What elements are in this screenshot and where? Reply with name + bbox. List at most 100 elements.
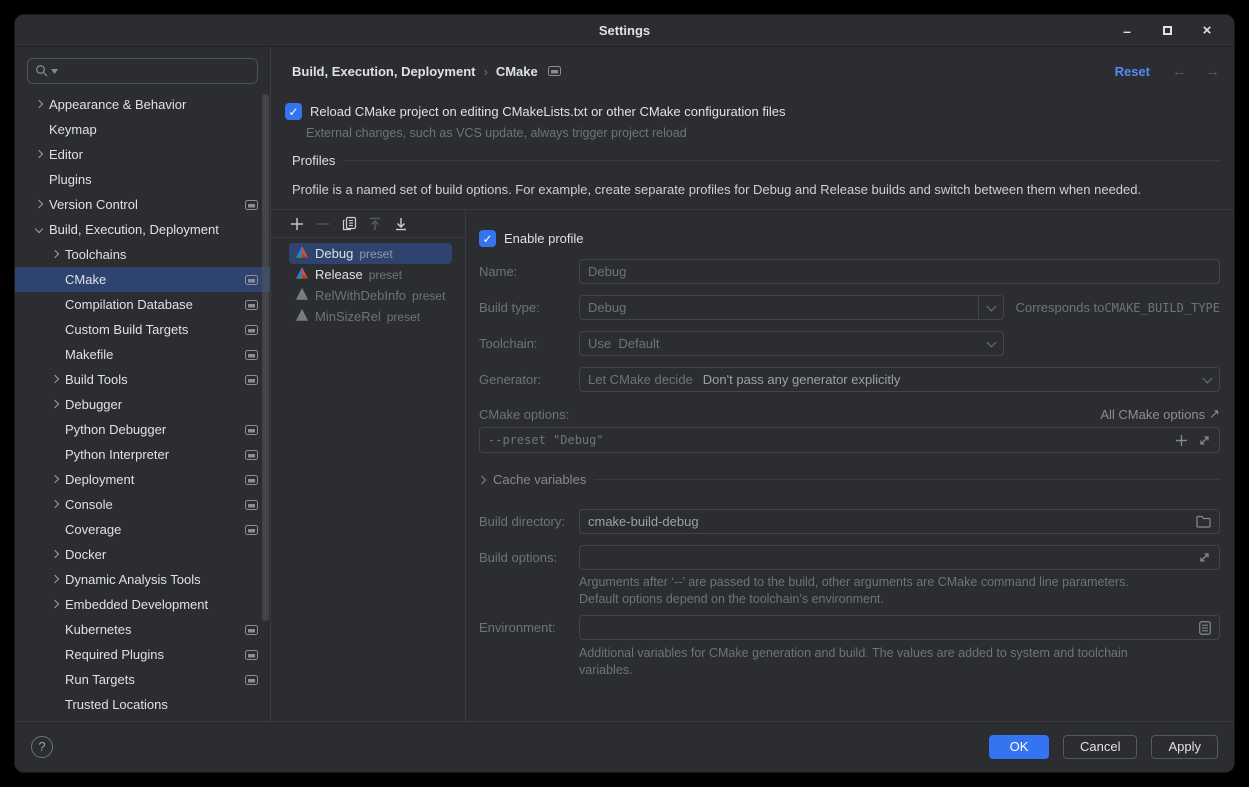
tree-chevron-icon[interactable]	[47, 402, 63, 407]
forward-icon[interactable]: →	[1205, 63, 1220, 80]
search-field[interactable]	[60, 63, 250, 80]
search-input[interactable]	[27, 58, 258, 84]
chevron-down-icon[interactable]	[987, 301, 997, 311]
sidebar-item[interactable]: Trusted Locations	[15, 692, 270, 717]
add-profile-button[interactable]	[289, 216, 305, 232]
move-down-button[interactable]	[393, 216, 409, 232]
tree-chevron-icon[interactable]	[31, 102, 47, 107]
tree-chevron-icon[interactable]	[47, 577, 63, 582]
sidebar-item[interactable]: Console	[15, 492, 270, 517]
external-link-icon: ↗	[1209, 406, 1220, 422]
build-options-input[interactable]	[579, 545, 1220, 570]
tree-chevron-icon[interactable]	[47, 552, 63, 557]
sidebar-item[interactable]: Debugger	[15, 392, 270, 417]
sidebar-item[interactable]: Python Interpreter	[15, 442, 270, 467]
sidebar-item[interactable]: Deployment	[15, 467, 270, 492]
tree-chevron-icon[interactable]	[47, 602, 63, 607]
tree-chevron-icon[interactable]	[47, 477, 63, 482]
expand-field-icon[interactable]	[1198, 551, 1211, 564]
reset-button[interactable]: Reset	[1115, 64, 1150, 79]
chevron-down-icon[interactable]	[987, 337, 997, 347]
maximize-icon[interactable]	[1160, 24, 1174, 38]
sidebar-item[interactable]: Dynamic Analysis Tools	[15, 567, 270, 592]
all-cmake-options-link[interactable]: All CMake options↗	[1100, 406, 1220, 422]
tree-chevron-icon[interactable]	[47, 702, 63, 707]
tree-chevron-icon[interactable]	[47, 452, 63, 457]
ok-button[interactable]: OK	[989, 735, 1049, 759]
tree-chevron-icon[interactable]	[47, 427, 63, 432]
profile-list-item[interactable]: MinSizeRel preset	[289, 306, 452, 327]
tree-chevron-icon[interactable]	[47, 327, 63, 332]
sidebar-item[interactable]: Editor	[15, 142, 270, 167]
tree-chevron-icon[interactable]	[47, 627, 63, 632]
help-icon[interactable]: ?	[31, 736, 53, 758]
breadcrumb-parent[interactable]: Build, Execution, Deployment	[292, 64, 475, 79]
add-option-icon[interactable]	[1175, 434, 1188, 447]
move-up-button[interactable]	[367, 216, 383, 232]
reload-cmake-checkbox[interactable]: ✓	[285, 103, 302, 120]
title-bar[interactable]: Settings – ×	[15, 15, 1234, 47]
sidebar-item[interactable]: Build Tools	[15, 367, 270, 392]
sidebar-item[interactable]: Compilation Database	[15, 292, 270, 317]
sidebar-item[interactable]: Makefile	[15, 342, 270, 367]
tree-chevron-icon[interactable]	[47, 277, 63, 282]
sidebar-item[interactable]: Embedded Development	[15, 592, 270, 617]
search-history-chevron-icon[interactable]	[51, 69, 58, 74]
minimize-icon[interactable]: –	[1120, 24, 1134, 38]
tree-chevron-icon[interactable]	[31, 177, 47, 182]
apply-button[interactable]: Apply	[1151, 735, 1218, 759]
tree-chevron-icon[interactable]	[31, 227, 47, 232]
copy-profile-button[interactable]	[341, 216, 357, 232]
sidebar-item[interactable]: Run Targets	[15, 667, 270, 692]
tree-chevron-icon[interactable]	[31, 152, 47, 157]
sidebar-item[interactable]: CMake	[15, 267, 270, 292]
generator-select[interactable]: Let CMake decide Don't pass any generato…	[579, 367, 1220, 392]
sidebar-item[interactable]: Docker	[15, 542, 270, 567]
sidebar-item[interactable]: Coverage	[15, 517, 270, 542]
build-type-select[interactable]: Debug	[579, 295, 1004, 320]
close-icon[interactable]: ×	[1200, 24, 1214, 38]
sidebar-item[interactable]: Appearance & Behavior	[15, 92, 270, 117]
header-nav: Reset ← →	[1115, 60, 1220, 82]
sidebar-item[interactable]: Kubernetes	[15, 617, 270, 642]
tree-chevron-icon[interactable]	[47, 502, 63, 507]
sidebar-item[interactable]: Plugins	[15, 167, 270, 192]
variables-list-icon[interactable]	[1199, 621, 1211, 635]
cache-variables-section[interactable]: Cache variables	[479, 472, 1220, 487]
chevron-down-icon[interactable]	[1203, 373, 1213, 383]
build-directory-input[interactable]: cmake-build-debug	[579, 509, 1220, 534]
profile-list-item[interactable]: RelWithDebInfo preset	[289, 285, 452, 306]
toolchain-select[interactable]: Use Default	[579, 331, 1004, 356]
cmake-options-input[interactable]: --preset "Debug"	[479, 427, 1220, 453]
sidebar-item[interactable]: Keymap	[15, 117, 270, 142]
tree-chevron-icon[interactable]	[31, 202, 47, 207]
profiles-section-header: Profiles	[292, 153, 1220, 168]
sidebar-item[interactable]: Python Debugger	[15, 417, 270, 442]
environment-hint: Additional variables for CMake generatio…	[579, 645, 1220, 679]
tree-chevron-icon[interactable]	[47, 652, 63, 657]
tree-chevron-icon[interactable]	[31, 127, 47, 132]
enable-profile-checkbox[interactable]: ✓	[479, 230, 496, 247]
tree-chevron-icon[interactable]	[47, 252, 63, 257]
profile-list-item[interactable]: Release preset	[289, 264, 452, 285]
cancel-button[interactable]: Cancel	[1063, 735, 1137, 759]
sidebar-item[interactable]: Toolchains	[15, 242, 270, 267]
back-icon[interactable]: ←	[1172, 63, 1187, 80]
build-directory-value: cmake-build-debug	[588, 514, 699, 529]
profile-list-item[interactable]: Debug preset	[289, 243, 452, 264]
tree-chevron-icon[interactable]	[47, 302, 63, 307]
sidebar-scrollbar-thumb[interactable]	[262, 94, 269, 621]
sidebar-item[interactable]: Required Plugins	[15, 642, 270, 667]
tree-chevron-icon[interactable]	[47, 352, 63, 357]
expand-field-icon[interactable]	[1198, 434, 1211, 447]
tree-chevron-icon[interactable]	[47, 377, 63, 382]
sidebar-item[interactable]: Version Control	[15, 192, 270, 217]
tree-chevron-icon[interactable]	[47, 677, 63, 682]
folder-icon[interactable]	[1196, 515, 1211, 528]
tree-chevron-icon[interactable]	[47, 527, 63, 532]
environment-input[interactable]	[579, 615, 1220, 640]
remove-profile-button[interactable]	[315, 216, 331, 232]
sidebar-item[interactable]: Build, Execution, Deployment	[15, 217, 270, 242]
sidebar-item[interactable]: Custom Build Targets	[15, 317, 270, 342]
name-input[interactable]: Debug	[579, 259, 1220, 284]
